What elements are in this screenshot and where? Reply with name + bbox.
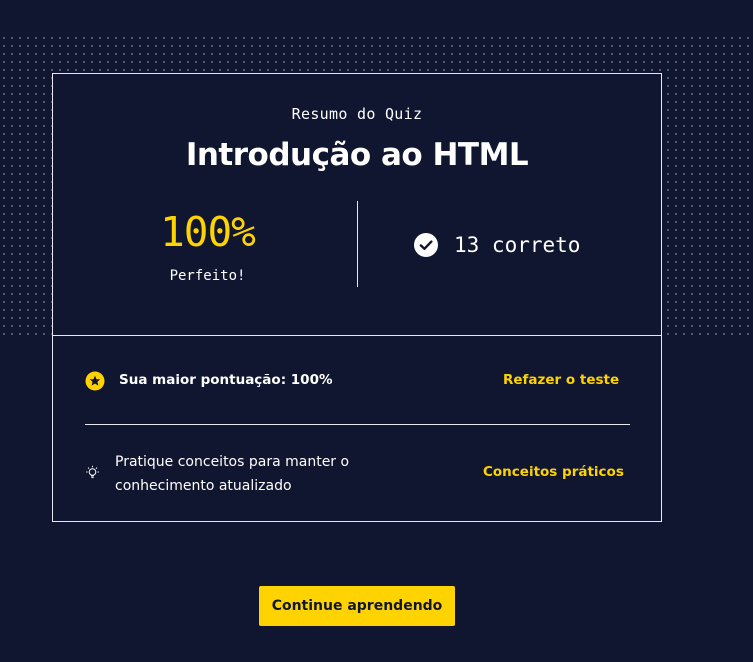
summary-eyebrow: Resumo do Quiz — [291, 105, 423, 123]
quiz-title: Introdução ao HTML — [185, 137, 529, 173]
check-circle-icon — [414, 233, 438, 257]
practice-concepts-link[interactable]: Conceitos práticos — [483, 464, 624, 480]
correct-count-text: 13 correto — [454, 233, 581, 257]
score-percentage: 100% — [160, 208, 256, 256]
stats-divider — [357, 201, 358, 287]
quiz-summary-card: Resumo do Quiz Introdução ao HTML 100% P… — [52, 73, 662, 522]
score-label: Perfeito! — [169, 268, 246, 284]
correct-count: 13 correto — [414, 232, 580, 258]
row-divider — [85, 424, 630, 425]
summary-header: Resumo do Quiz Introdução ao HTML 100% P… — [53, 74, 661, 335]
section-divider — [53, 335, 661, 336]
lightbulb-icon — [85, 465, 100, 480]
high-score-row: Sua maior pontuação: 100% Refazer o test… — [85, 370, 630, 392]
retake-quiz-link[interactable]: Refazer o teste — [503, 372, 619, 388]
practice-description: Pratique conceitos para manter o conheci… — [115, 454, 350, 494]
star-circle-icon — [85, 371, 105, 391]
continue-learning-button[interactable]: Continue aprendendo — [259, 586, 455, 626]
high-score-text: Sua maior pontuação: 100% — [119, 372, 333, 388]
